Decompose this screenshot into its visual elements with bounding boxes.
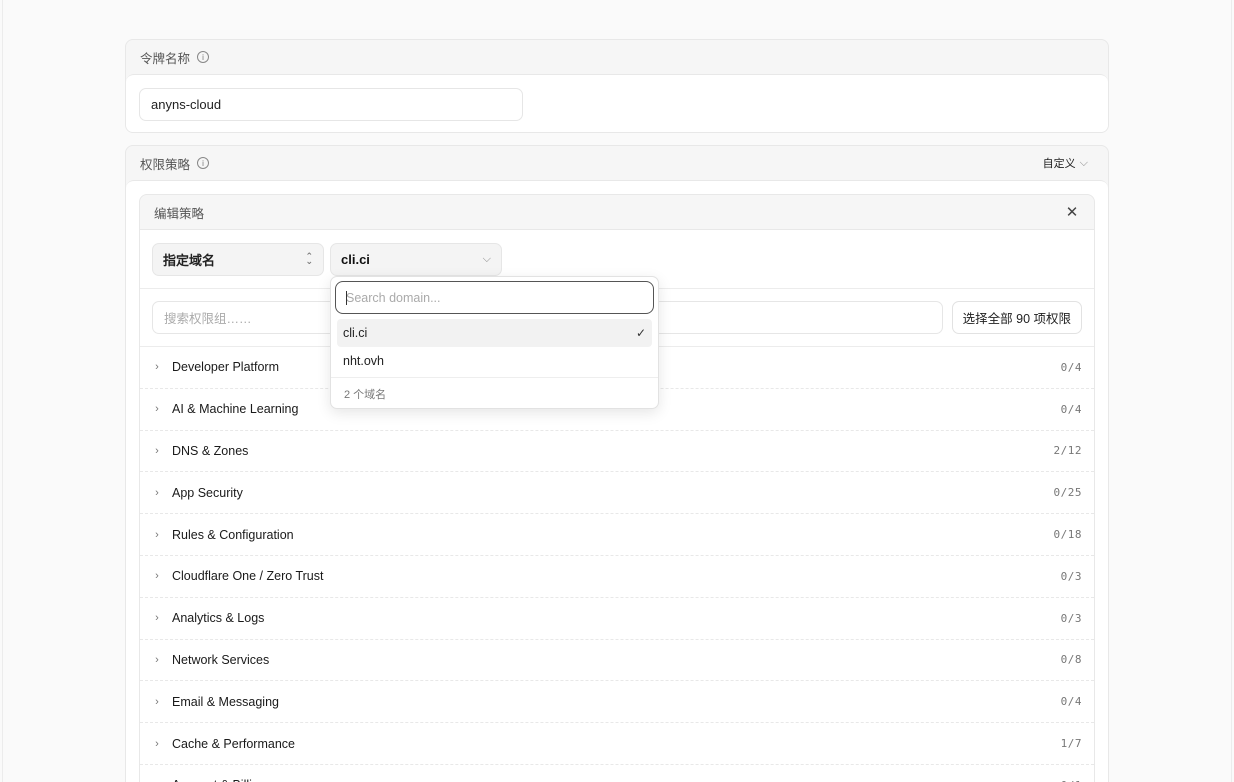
permission-group-row[interactable]: › Analytics & Logs 0/3 (140, 598, 1094, 640)
policy-mode-select[interactable]: 自定义 ⌵ (1043, 155, 1088, 171)
sort-updown-icon: ⌃ ⌄ (305, 251, 313, 266)
permission-group-list: › Developer Platform 0/4 › AI & Machine Lear… (140, 347, 1094, 782)
check-icon: ✓ (635, 326, 646, 340)
domain-count-footer: 2 个域名 (331, 377, 658, 408)
domain-option-nht-ovh[interactable]: nht.ovh (337, 347, 652, 375)
scope-select-value: 指定域名 (163, 252, 216, 268)
permission-group-row[interactable]: › Rules & Configuration 0/18 (140, 514, 1094, 556)
chevron-right-icon: › (155, 695, 159, 708)
editor-title: 编辑策略 (154, 206, 205, 221)
permission-group-name: AI & Machine Learning (172, 402, 299, 417)
chevron-down-icon: ⌵ (1079, 156, 1088, 169)
token-name-label: 令牌名称 (140, 51, 191, 66)
scope-select[interactable]: 指定域名 ⌃ ⌄ (152, 242, 324, 276)
permission-group-count: 1/7 (1060, 737, 1082, 751)
permission-group-count: 0/3 (1060, 611, 1082, 625)
chevron-right-icon: › (155, 403, 159, 416)
permission-group-name: Developer Platform (172, 360, 279, 375)
permission-group-name: Email & Messaging (172, 694, 279, 709)
domain-dropdown: Search domain... cli.ci ✓ nht.ovh 2 个域名 (330, 276, 659, 409)
permission-group-name: DNS & Zones (172, 443, 249, 458)
permission-group-name: Analytics & Logs (172, 611, 265, 626)
permission-group-name: Network Services (172, 652, 270, 667)
permission-group-row[interactable]: › Network Services 0/8 (140, 640, 1094, 682)
permission-group-count: 0/18 (1053, 528, 1082, 542)
token-name-card: 令牌名称 i anyns-cloud (125, 39, 1109, 133)
permission-group-count: 0/4 (1060, 360, 1082, 374)
permission-group-count: 0/4 (1060, 402, 1082, 416)
chevron-right-icon: › (155, 486, 159, 499)
domain-search-placeholder: Search domain... (346, 290, 441, 305)
close-icon[interactable]: ✕ (1064, 203, 1080, 221)
domain-option-label: nht.ovh (343, 354, 385, 368)
chevron-right-icon: › (155, 737, 159, 750)
permission-group-name: Cache & Performance (172, 736, 295, 751)
domain-search-input[interactable]: Search domain... (335, 281, 654, 314)
chevron-down-icon: ⌵ (482, 252, 491, 265)
permission-group-count: 0/25 (1053, 486, 1082, 500)
policy-mode-value: 自定义 (1042, 158, 1076, 170)
select-all-button[interactable]: 选择全部 90 项权限 (951, 301, 1082, 334)
chevron-right-icon: › (155, 653, 159, 666)
info-circle-icon[interactable]: i (197, 157, 210, 169)
domain-option-label: cli.ci (343, 326, 368, 340)
chevron-right-icon: › (155, 528, 159, 541)
permission-group-name: App Security (172, 485, 243, 500)
permission-group-name: Rules & Configuration (172, 527, 294, 542)
permission-group-count: 0/8 (1060, 653, 1082, 667)
policy-label: 权限策略 (140, 157, 191, 172)
policy-header: 权限策略 i 自定义 ⌵ (126, 146, 1108, 180)
chevron-right-icon: › (155, 361, 159, 374)
policy-card: 权限策略 i 自定义 ⌵ 编辑策略 ✕ 指定域名 ⌃ ⌄ cli.ci ⌵ 搜索… (125, 145, 1109, 782)
chevron-right-icon: › (155, 612, 159, 625)
permission-group-row[interactable]: › App Security 0/25 (140, 472, 1094, 515)
permission-group-row[interactable]: › DNS & Zones 2/12 (140, 431, 1094, 473)
permission-group-row[interactable]: › Cache & Performance 1/7 (140, 723, 1094, 765)
domain-select-value: cli.ci (341, 251, 370, 267)
permission-group-row[interactable]: › Email & Messaging 0/4 (140, 681, 1094, 724)
permission-group-count: 0/4 (1060, 695, 1082, 709)
chevron-right-icon: › (155, 570, 159, 583)
permission-group-row[interactable]: › Cloudflare One / Zero Trust 0/3 (140, 556, 1094, 598)
domain-select[interactable]: cli.ci ⌵ (330, 242, 502, 276)
permission-group-name: Account & Billing (172, 778, 266, 782)
info-circle-icon[interactable]: i (197, 51, 210, 63)
permission-group-count: 2/12 (1053, 444, 1082, 458)
permission-group-row[interactable]: ›Account & Billing0/1 (140, 765, 1094, 782)
token-name-header: 令牌名称 i (126, 40, 1108, 74)
token-name-input[interactable]: anyns-cloud (139, 88, 523, 121)
domain-option-cli-ci[interactable]: cli.ci ✓ (337, 319, 652, 347)
permission-group-count: 0/3 (1060, 569, 1082, 583)
permission-group-name: Cloudflare One / Zero Trust (172, 569, 324, 584)
chevron-right-icon: › (155, 444, 159, 457)
